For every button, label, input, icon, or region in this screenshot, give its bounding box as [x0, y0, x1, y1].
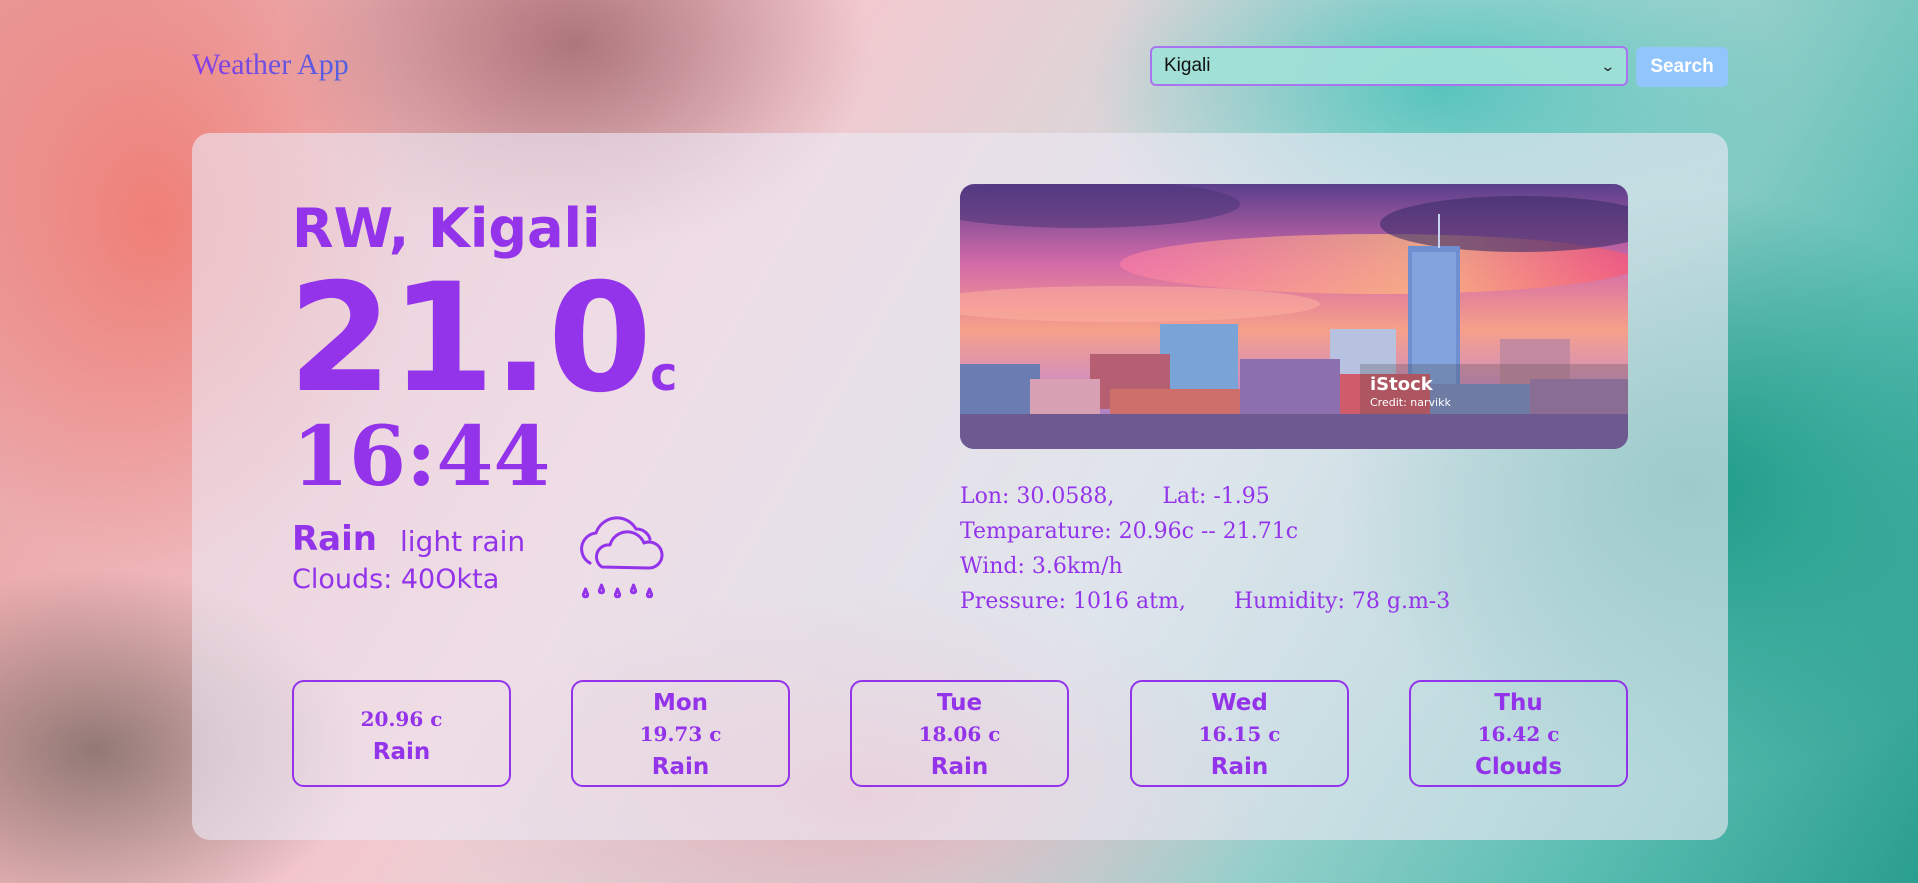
city-photo: iStock Credit: narvikk	[960, 184, 1628, 449]
current-temperature: 21.0c	[288, 260, 678, 419]
longitude: Lon: 30.0588,	[960, 484, 1115, 509]
forecast-card-today: 20.96 c Rain	[292, 680, 511, 787]
weather-card: RW, Kigali 21.0c 16:44 Rain light rain C…	[192, 133, 1728, 840]
city-select[interactable]: Kigali ⌄	[1150, 46, 1628, 86]
forecast-condition: Rain	[372, 739, 431, 765]
forecast-card-tue: Tue 18.06 c Rain	[850, 680, 1069, 787]
latitude: Lat: -1.95	[1162, 484, 1270, 509]
forecast-temp: 16.15 c	[1198, 722, 1281, 746]
city-select-value: Kigali	[1164, 55, 1211, 76]
forecast-day: Wed	[1211, 690, 1268, 716]
clouds-value: Clouds: 40Okta	[292, 564, 500, 595]
temperature-value: 21.0	[288, 252, 652, 426]
app-title: Weather App	[192, 48, 349, 81]
weather-condition: Rain	[292, 519, 377, 559]
forecast-temp: 16.42 c	[1477, 722, 1560, 746]
forecast-condition: Rain	[1210, 754, 1269, 780]
pressure: Pressure: 1016 atm,	[960, 589, 1186, 614]
wind-speed: Wind: 3.6km/h	[960, 554, 1123, 579]
forecast-card-thu: Thu 16.42 c Clouds	[1409, 680, 1628, 787]
image-credit: Credit: narvikk	[1370, 396, 1451, 409]
image-brand: iStock	[1370, 374, 1433, 395]
forecast-temp: 19.73 c	[639, 722, 722, 746]
forecast-day: Thu	[1494, 690, 1543, 716]
weather-description: light rain	[400, 525, 526, 558]
forecast-card-wed: Wed 16.15 c Rain	[1130, 680, 1349, 787]
coordinates-row: Lon: 30.0588, Lat: -1.95	[960, 479, 1450, 514]
chevron-down-icon: ⌄	[1600, 57, 1616, 74]
forecast-condition: Clouds	[1474, 754, 1563, 780]
temperature-range: Temparature: 20.96c -- 21.71c	[960, 519, 1299, 544]
pressure-humidity-row: Pressure: 1016 atm, Humidity: 78 g.m-3	[960, 584, 1450, 619]
forecast-day: Tue	[936, 690, 983, 716]
forecast-condition: Rain	[930, 754, 989, 780]
local-time: 16:44	[292, 409, 551, 505]
forecast-card-mon: Mon 19.73 c Rain	[571, 680, 790, 787]
temperature-unit: c	[650, 347, 678, 401]
rain-cloud-icon	[568, 505, 674, 611]
weather-details: Lon: 30.0588, Lat: -1.95 Temparature: 20.…	[960, 479, 1450, 619]
forecast-condition: Rain	[651, 754, 710, 780]
location-title: RW, Kigali	[292, 197, 601, 260]
forecast-temp: 20.96 c	[360, 707, 443, 731]
forecast-day: Mon	[652, 690, 709, 716]
search-button[interactable]: Search	[1636, 47, 1728, 87]
forecast-temp: 18.06 c	[918, 722, 1001, 746]
humidity: Humidity: 78 g.m-3	[1233, 589, 1451, 614]
